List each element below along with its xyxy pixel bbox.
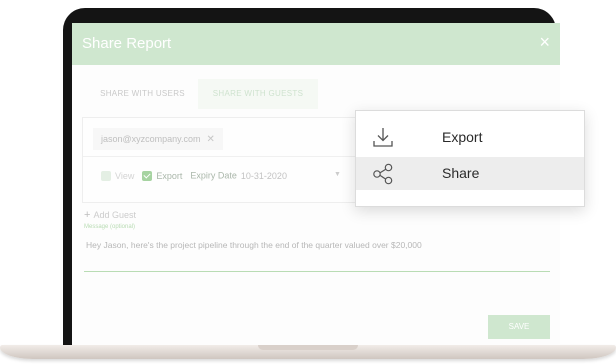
export-label: Export	[156, 170, 183, 181]
permissions-row: View Export Expiry Date 10-31-2020	[101, 170, 287, 184]
message-input[interactable]: Hey Jason, here's the project pipeline t…	[86, 240, 422, 250]
download-icon	[373, 128, 393, 147]
add-guest-label: Add Guest	[93, 210, 136, 220]
view-checkbox[interactable]	[101, 170, 111, 181]
menu-item-share[interactable]: Share	[356, 157, 584, 190]
guest-email: jason@xyzcompany.com	[101, 134, 201, 144]
save-button[interactable]: SAVE	[488, 315, 550, 339]
close-icon[interactable]: ×	[539, 33, 550, 51]
popup-menu: Export Share	[355, 110, 585, 207]
plus-icon: +	[84, 209, 91, 221]
tab-share-with-guests[interactable]: SHARE WITH GUESTS	[198, 79, 318, 109]
menu-item-export[interactable]: Export	[356, 121, 584, 154]
expiry-date-input[interactable]: 10-31-2020	[241, 171, 287, 181]
expiry-date-label: Expiry Date	[190, 170, 237, 181]
chevron-down-icon[interactable]: ▼	[334, 171, 341, 178]
add-guest-button[interactable]: + Add Guest	[84, 209, 136, 221]
remove-guest-icon[interactable]: ✕	[207, 134, 215, 145]
dialog-header: Share Report ×	[72, 23, 560, 65]
menu-item-export-label: Export	[442, 129, 483, 145]
laptop-notch	[258, 345, 358, 350]
message-label: Message (optional)	[84, 224, 136, 230]
menu-item-share-label: Share	[442, 165, 480, 181]
dialog-title: Share Report	[82, 35, 172, 52]
guest-email-chip: jason@xyzcompany.com ✕	[93, 128, 223, 150]
share-icon	[373, 163, 393, 185]
view-label: View	[115, 170, 135, 181]
tab-share-with-users[interactable]: SHARE WITH USERS	[90, 79, 195, 109]
message-underline	[84, 271, 550, 272]
export-checkbox[interactable]	[142, 170, 153, 181]
